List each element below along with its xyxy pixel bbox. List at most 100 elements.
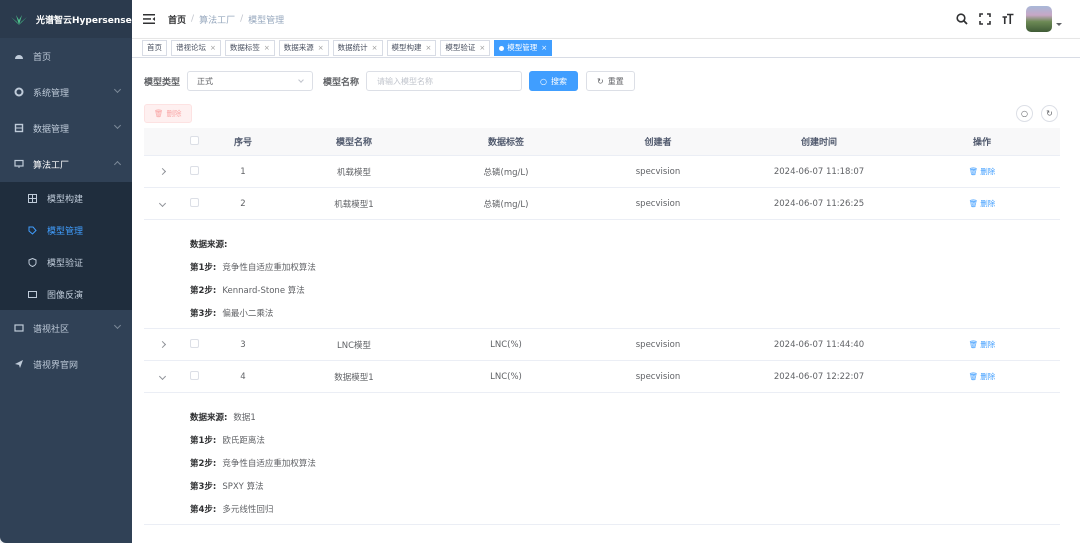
tag-label: 谱视论坛	[176, 43, 206, 52]
row-delete-link[interactable]: 🗑 删除	[904, 371, 1060, 382]
detail-value: Kennard-Stone 算法	[222, 285, 305, 296]
detail-key: 第1步:	[190, 435, 217, 446]
cell-data-label: 总磷(mg/L)	[483, 199, 529, 210]
expand-toggle[interactable]	[144, 199, 180, 209]
cell-creator: specvision	[635, 339, 681, 350]
cell-created-time: 2024-06-07 11:18:07	[773, 166, 865, 177]
chevron-down-icon	[158, 372, 166, 380]
breadcrumb: 首页 / 算法工厂 / 模型管理	[168, 13, 284, 26]
tags-view: 首页 谱视论坛 × 数据标签 × 数据来源 × 数据统计 × 模型构建 × 模型验证 × 模…	[132, 38, 1080, 58]
row-checkbox[interactable]	[180, 338, 208, 351]
tag-model-manage[interactable]: 模型管理 ×	[494, 40, 553, 56]
cell-created-time: 2024-06-07 11:44:40	[773, 339, 865, 350]
breadcrumb-home[interactable]: 首页	[168, 13, 186, 26]
avatar[interactable]	[1026, 6, 1052, 32]
batch-delete-label: 删除	[166, 109, 182, 118]
tag-label: 数据统计	[337, 43, 368, 52]
toggle-search-button[interactable]: ○	[1016, 105, 1033, 122]
sidebar-item-algorithm[interactable]: 算法工厂	[0, 146, 132, 182]
detail-value: 竞争性自适应重加权算法	[222, 262, 316, 273]
row-delete-link[interactable]: 🗑 删除	[904, 198, 1060, 209]
tag-model-verify[interactable]: 模型验证 ×	[440, 40, 491, 56]
sidebar-item-label: 模型构建	[47, 194, 84, 205]
cell-model-name: 数据模型1	[334, 372, 374, 383]
detail-value: 竞争性自适应重加权算法	[222, 458, 316, 469]
model-name-label: 模型名称	[323, 77, 360, 88]
sidebar-item-model-verify[interactable]: 模型验证	[0, 246, 132, 278]
cell-model-name: 机载模型	[336, 167, 371, 178]
cell-creator: specvision	[635, 371, 681, 382]
fullscreen-icon[interactable]	[978, 12, 992, 26]
reset-button[interactable]: ↻ 重置	[586, 71, 635, 91]
close-icon[interactable]: ×	[372, 41, 378, 55]
detail-line: 第2步: 竞争性自适应重加权算法	[190, 451, 1060, 474]
sidebar-item-image-inversion[interactable]: 图像反演	[0, 278, 132, 310]
model-type-select[interactable]: 正式	[187, 71, 314, 91]
hamburger-icon[interactable]	[143, 14, 155, 24]
sidebar-item-community[interactable]: 谱视社区	[0, 310, 132, 346]
tag-data-source[interactable]: 数据来源 ×	[278, 40, 329, 56]
row-checkbox[interactable]	[180, 197, 208, 210]
caret-down-icon[interactable]	[1056, 22, 1062, 26]
sidebar-item-label: 模型管理	[47, 226, 84, 237]
search-button[interactable]: ○ 搜索	[529, 71, 579, 91]
sidebar-item-model-manage[interactable]: 模型管理	[0, 214, 132, 246]
database-icon	[14, 123, 24, 133]
expand-toggle[interactable]	[144, 340, 180, 350]
column-header: 序号	[233, 138, 252, 148]
close-icon[interactable]: ×	[264, 41, 270, 55]
close-icon[interactable]: ×	[479, 41, 485, 55]
sidebar-item-data[interactable]: 数据管理	[0, 110, 132, 146]
sidebar-item-home[interactable]: 首页	[0, 38, 132, 74]
sidebar-item-model-build[interactable]: 模型构建	[0, 182, 132, 214]
model-name-input[interactable]	[366, 71, 523, 91]
font-size-icon[interactable]	[1001, 12, 1015, 26]
monitor-icon	[14, 324, 24, 332]
row-delete-link[interactable]: 🗑 删除	[904, 339, 1060, 350]
brand-name: 光谱智云Hypersense	[36, 15, 132, 26]
tag-model-build[interactable]: 模型构建 ×	[386, 40, 437, 56]
refresh-icon: ↻	[1046, 109, 1053, 118]
row-checkbox[interactable]	[180, 165, 208, 178]
detail-value: 多元线性回归	[222, 504, 274, 515]
row-delete-label: 删除	[980, 372, 996, 381]
tag-data-stats[interactable]: 数据统计 ×	[332, 40, 383, 56]
sidebar-item-label: 系统管理	[33, 88, 70, 99]
expand-toggle[interactable]	[144, 167, 180, 177]
tag-data-label[interactable]: 数据标签 ×	[224, 40, 275, 56]
detail-value: 数据1	[233, 412, 256, 423]
reset-button-label: 重置	[607, 76, 624, 86]
refresh-button[interactable]: ↻	[1041, 105, 1058, 122]
row-checkbox[interactable]	[180, 370, 208, 383]
cell-created-time: 2024-06-07 12:22:07	[773, 371, 865, 382]
chevron-down-icon	[113, 121, 122, 130]
close-icon[interactable]: ×	[210, 41, 216, 55]
detail-key: 第3步:	[190, 481, 217, 492]
detail-key: 第2步:	[190, 285, 217, 296]
select-all-checkbox[interactable]	[180, 135, 208, 148]
shield-icon	[28, 257, 37, 267]
logo[interactable]: 光谱智云Hypersense	[0, 0, 132, 38]
refresh-icon: ↻	[597, 76, 604, 86]
detail-line: 第1步: 欧氏距离法	[190, 428, 1060, 451]
detail-line: 数据来源:	[190, 232, 1060, 255]
model-type-label: 模型类型	[144, 77, 181, 88]
close-icon[interactable]: ×	[318, 41, 324, 55]
gear-icon	[14, 87, 24, 97]
sidebar-item-official-site[interactable]: 谱视界官网	[0, 346, 132, 382]
tag-forum[interactable]: 谱视论坛 ×	[171, 40, 221, 56]
cell-data-label: LNC(%)	[490, 339, 522, 350]
row-delete-link[interactable]: 🗑 删除	[904, 166, 1060, 177]
detail-value: SPXY 算法	[222, 481, 264, 492]
batch-delete-button[interactable]: 🗑 删除	[144, 104, 192, 123]
search-icon[interactable]	[955, 12, 969, 26]
tag-home[interactable]: 首页	[142, 40, 167, 56]
table-header: 序号 模型名称 数据标签 创建者 创建时间 操作	[144, 128, 1060, 156]
search-icon: ○	[1021, 109, 1028, 118]
close-icon[interactable]: ×	[541, 41, 547, 55]
expand-toggle[interactable]	[144, 372, 180, 382]
close-icon[interactable]: ×	[426, 41, 432, 55]
detail-key: 第1步:	[190, 262, 217, 273]
sidebar-item-system[interactable]: 系统管理	[0, 74, 132, 110]
trash-icon: 🗑	[968, 372, 979, 381]
